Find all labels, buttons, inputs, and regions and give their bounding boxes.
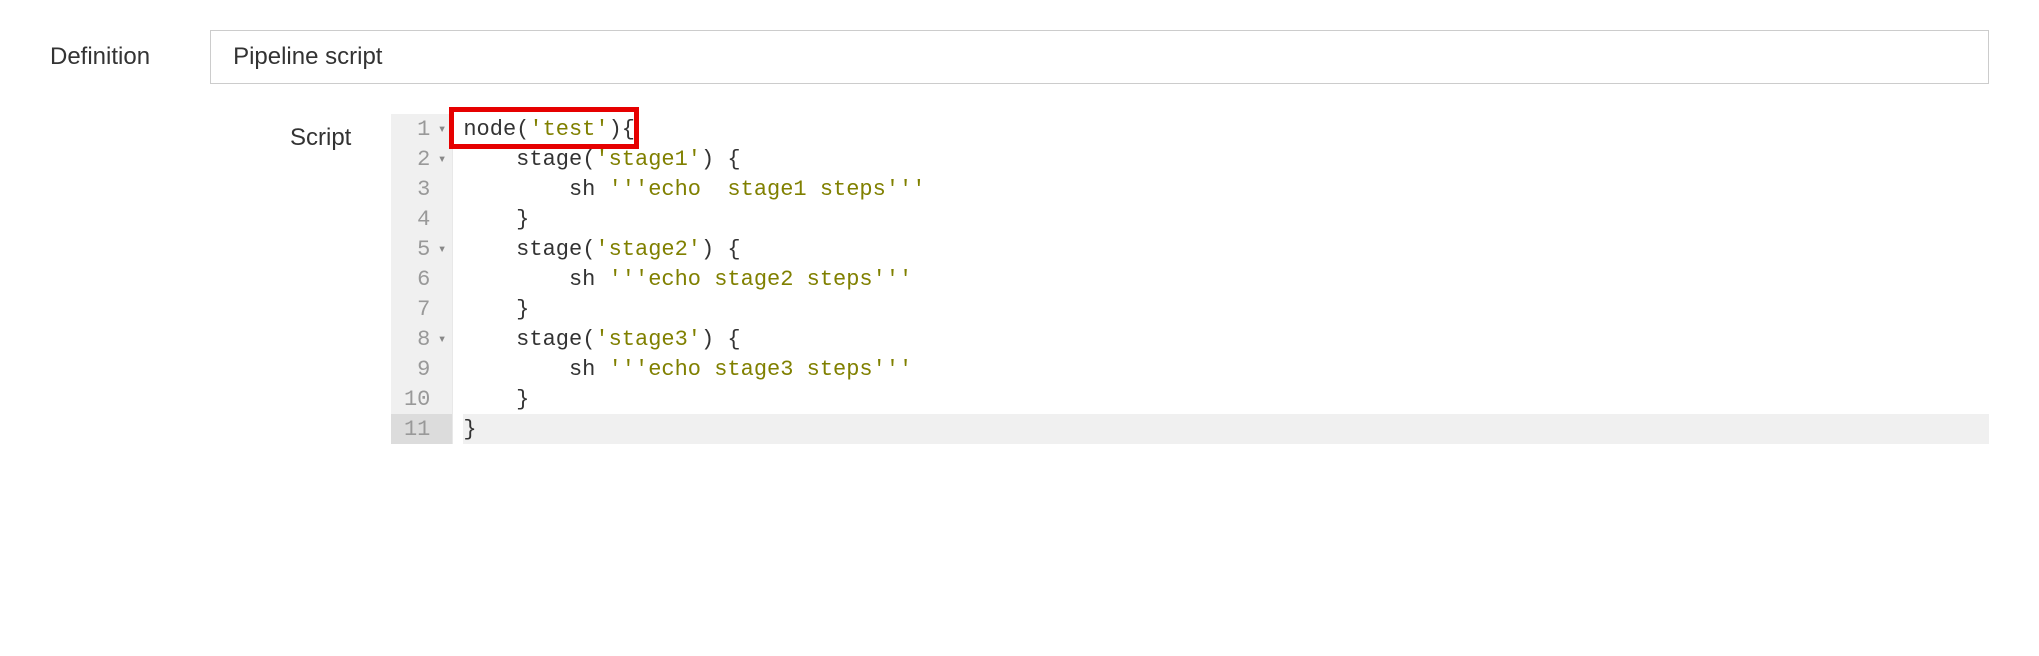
line-number: 11 [404, 417, 430, 442]
fold-toggle-icon[interactable]: ▾ [434, 121, 446, 138]
code-line: stage('stage2') { [463, 234, 1989, 264]
line-number: 6 [417, 267, 430, 292]
code-line: sh '''echo stage1 steps''' [463, 174, 1989, 204]
line-number: 8 [417, 327, 430, 352]
line-number: 2 [417, 147, 430, 172]
code-line: } [463, 294, 1989, 324]
gutter-line: 1▾ [391, 114, 453, 144]
gutter-line: 6 [391, 264, 453, 294]
definition-row: Definition Pipeline script [50, 30, 1989, 84]
gutter-line: 4 [391, 204, 453, 234]
line-number: 7 [417, 297, 430, 322]
fold-toggle-icon[interactable]: ▾ [434, 331, 446, 348]
code-line: stage('stage1') { [463, 144, 1989, 174]
fold-toggle-icon[interactable]: ▾ [434, 151, 446, 168]
definition-selected-value: Pipeline script [233, 43, 382, 70]
definition-select[interactable]: Pipeline script [210, 30, 1989, 84]
code-line: sh '''echo stage2 steps''' [463, 264, 1989, 294]
gutter-line: 9 [391, 354, 453, 384]
line-number: 10 [404, 387, 430, 412]
code-line: node('test'){ [463, 114, 1989, 144]
definition-label: Definition [50, 43, 150, 71]
code-line: stage('stage3') { [463, 324, 1989, 354]
gutter-line: 8▾ [391, 324, 453, 354]
editor-code-area[interactable]: node('test'){ stage('stage1') { sh '''ec… [453, 114, 1989, 444]
gutter-line: 10 [391, 384, 453, 414]
gutter-line: 7 [391, 294, 453, 324]
script-row: Script 1▾ 2▾ 3 4 5▾ 6 7 8▾ 9 10 11 node(… [50, 114, 1989, 444]
code-line: } [463, 414, 1989, 444]
code-line: } [463, 384, 1989, 414]
code-line: } [463, 204, 1989, 234]
gutter-line: 2▾ [391, 144, 453, 174]
line-number: 5 [417, 237, 430, 262]
script-label: Script [290, 114, 351, 152]
gutter-line: 5▾ [391, 234, 453, 264]
line-number: 9 [417, 357, 430, 382]
line-number: 1 [417, 117, 430, 142]
editor-gutter: 1▾ 2▾ 3 4 5▾ 6 7 8▾ 9 10 11 [391, 114, 453, 444]
line-number: 3 [417, 177, 430, 202]
code-editor[interactable]: 1▾ 2▾ 3 4 5▾ 6 7 8▾ 9 10 11 node('test')… [391, 114, 1989, 444]
gutter-line: 11 [391, 414, 453, 444]
code-line: sh '''echo stage3 steps''' [463, 354, 1989, 384]
line-number: 4 [417, 207, 430, 232]
gutter-line: 3 [391, 174, 453, 204]
fold-toggle-icon[interactable]: ▾ [434, 241, 446, 258]
